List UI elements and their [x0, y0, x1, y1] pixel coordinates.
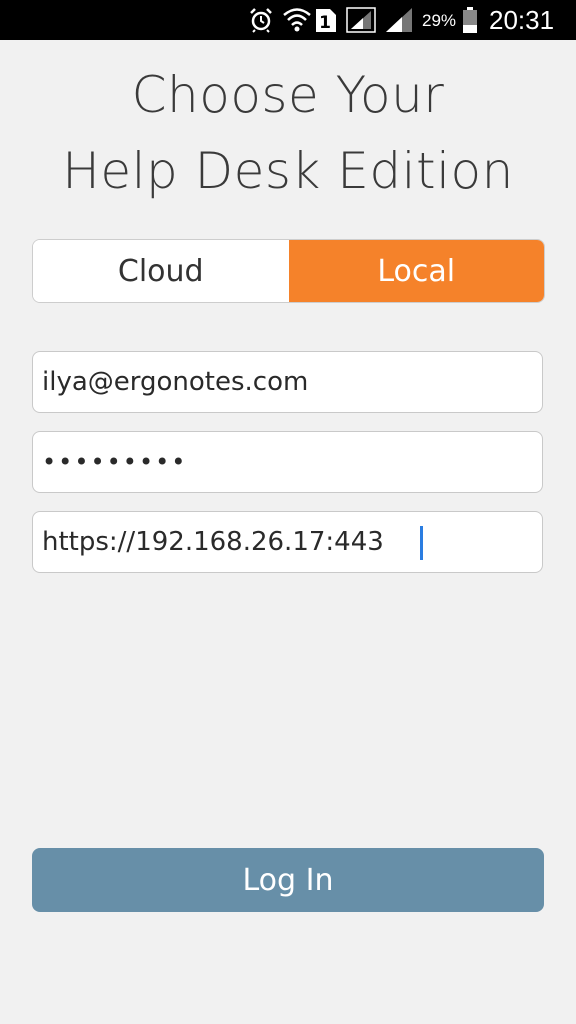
text-cursor — [420, 526, 423, 560]
page-title-line-1: Choose Your — [131, 66, 445, 124]
status-bar: 1 29% 20:31 — [0, 0, 576, 40]
server-url-input[interactable] — [33, 512, 522, 572]
email-field — [32, 351, 543, 413]
battery-icon — [463, 7, 477, 33]
wifi-icon — [283, 8, 311, 32]
edition-option-local[interactable]: Local — [288, 240, 544, 302]
password-input[interactable] — [33, 432, 522, 492]
edition-toggle: Cloud Local — [32, 239, 545, 303]
server-url-field — [32, 511, 543, 573]
page-title-line-2: Help Desk Edition — [62, 142, 514, 200]
email-input[interactable] — [33, 352, 522, 412]
battery-percent: 29% — [422, 11, 457, 30]
signal-icon — [346, 7, 376, 33]
log-in-button[interactable]: Log In — [32, 848, 544, 912]
clock: 20:31 — [489, 5, 555, 35]
password-field — [32, 431, 543, 493]
signal-icon — [386, 8, 412, 32]
sim-icon: 1 — [316, 9, 336, 33]
edition-option-cloud[interactable]: Cloud — [33, 240, 289, 302]
sim-number: 1 — [319, 13, 331, 33]
alarm-icon — [250, 8, 272, 33]
